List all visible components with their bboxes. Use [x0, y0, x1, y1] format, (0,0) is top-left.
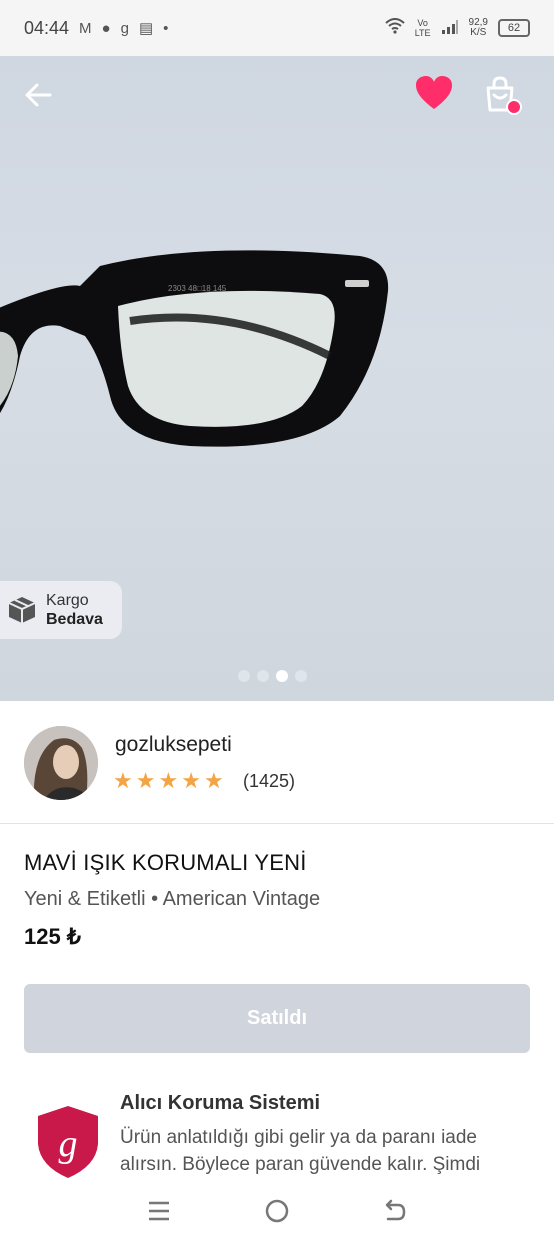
wifi-icon [385, 18, 405, 38]
back-nav-button[interactable] [380, 1196, 410, 1226]
heart-icon [416, 76, 452, 109]
network-speed: 92,9 K/S [468, 17, 488, 38]
carousel-dot[interactable] [257, 670, 269, 682]
product-meta: Yeni & Etiketli • American Vintage [24, 888, 321, 910]
star-icon: ★ [113, 768, 133, 793]
seller-avatar[interactable] [24, 726, 98, 800]
seller-section[interactable]: gozluksepeti ★ ★ ★ ★ ★ (1425) [0, 701, 554, 824]
status-right: Vo LTE 92,9 K/S 62 [385, 18, 530, 39]
seller-name[interactable]: gozluksepeti [115, 733, 232, 757]
menu-icon [149, 1201, 169, 1220]
clock: 04:44 [24, 17, 70, 38]
svg-text:2303 48□18 145: 2303 48□18 145 [168, 284, 227, 293]
favorite-button[interactable] [414, 74, 454, 114]
status-bar: 04:44 M ● g ▤ • Vo LTE 92,9 K/S 62 [0, 0, 554, 56]
recent-apps-button[interactable] [144, 1196, 174, 1226]
back-arrow-icon [25, 83, 52, 107]
cart-badge-dot [506, 99, 522, 115]
badge-line1: Kargo [46, 592, 89, 609]
avatar-image [24, 726, 98, 800]
carousel-dot[interactable] [238, 670, 250, 682]
back-nav-icon [385, 1199, 406, 1220]
carousel-dot-active[interactable] [276, 670, 288, 682]
back-button[interactable] [22, 78, 56, 112]
protection-title: Alıcı Koruma Sistemi [120, 1092, 321, 1114]
rating-stars: ★ ★ ★ ★ ★ [113, 768, 224, 794]
volte-label: Vo LTE [414, 18, 431, 38]
more-notifications-icon: • [163, 19, 169, 37]
star-icon: ★ [181, 768, 201, 793]
glasses-image: 2303 48□18 145 [0, 250, 389, 447]
app-g-icon: g [120, 19, 129, 37]
gmail-icon: M [79, 19, 92, 37]
protection-text: Ürün anlatıldığı gibi gelir ya da paranı… [120, 1127, 481, 1175]
sold-button[interactable]: Satıldı [24, 984, 530, 1053]
chat-icon: ● [101, 19, 111, 37]
system-nav-bar [0, 1182, 554, 1239]
shield-letter: g [59, 1123, 78, 1165]
signal-icon [441, 18, 459, 39]
box-icon [8, 597, 36, 623]
free-shipping-badge: Kargo Bedava [0, 581, 122, 639]
product-title: MAVİ IŞIK KORUMALI YENİ [24, 850, 307, 875]
home-button[interactable] [262, 1196, 292, 1226]
shield-icon: g [38, 1106, 98, 1178]
product-image[interactable]: 2303 48□18 145 Kargo Bedava [0, 56, 554, 701]
star-icon: ★ [203, 768, 224, 793]
badge-line2: Bedava [46, 611, 103, 628]
rating-count: (1425) [243, 771, 296, 791]
badge-text: Kargo Bedava [46, 591, 103, 629]
carousel-indicator[interactable] [238, 670, 307, 682]
star-icon: ★ [135, 768, 156, 793]
home-circle-icon [265, 1199, 289, 1222]
carousel-dot[interactable] [295, 670, 307, 682]
product-price: 125 ₺ [24, 924, 81, 949]
status-left: 04:44 M ● g ▤ • [24, 18, 168, 39]
battery-icon: 62 [498, 19, 530, 37]
star-icon: ★ [158, 768, 179, 793]
news-icon: ▤ [138, 20, 154, 37]
